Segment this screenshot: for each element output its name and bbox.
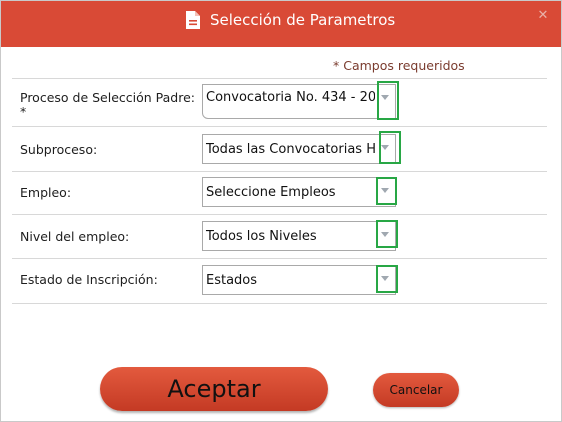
estado-select[interactable]: Estados bbox=[202, 265, 396, 295]
cancel-button[interactable]: Cancelar bbox=[373, 373, 459, 407]
dialog-titlebar: Selección de Parametros ✕ bbox=[1, 1, 561, 47]
subproceso-value: Todas las Convocatorias Hijas bbox=[206, 142, 396, 157]
dropdown-highlight bbox=[379, 131, 401, 164]
nivel-select[interactable]: Todos los Niveles bbox=[202, 221, 396, 251]
dropdown-highlight bbox=[376, 265, 398, 293]
subproceso-label: Subproceso: bbox=[20, 142, 98, 157]
document-icon bbox=[185, 10, 201, 30]
dropdown-highlight bbox=[377, 81, 399, 120]
required-asterisk: * bbox=[20, 104, 27, 119]
estado-value: Estados bbox=[206, 273, 258, 288]
empleo-select[interactable]: Seleccione Empleos bbox=[202, 177, 396, 207]
nivel-value: Todos los Niveles bbox=[206, 229, 317, 244]
proceso-padre-label: Proceso de Selección Padre: bbox=[20, 90, 196, 105]
accept-button[interactable]: Aceptar bbox=[100, 367, 328, 411]
empleo-value: Seleccione Empleos bbox=[206, 185, 336, 200]
proceso-padre-select[interactable]: Convocatoria No. 434 - 2016 bbox=[202, 84, 396, 119]
dropdown-highlight bbox=[376, 220, 398, 248]
estado-label: Estado de Inscripción: bbox=[20, 272, 158, 287]
proceso-padre-value: Convocatoria No. 434 - 2016 bbox=[206, 90, 393, 105]
subproceso-select[interactable]: Todas las Convocatorias Hijas bbox=[202, 134, 396, 164]
close-icon[interactable]: ✕ bbox=[536, 9, 550, 23]
parameter-selection-dialog: Selección de Parametros ✕ * Campos reque… bbox=[0, 0, 562, 422]
dropdown-highlight bbox=[376, 177, 397, 205]
dialog-title: Selección de Parametros bbox=[210, 11, 396, 29]
nivel-label: Nivel del empleo: bbox=[20, 229, 130, 244]
empleo-label: Empleo: bbox=[20, 185, 72, 200]
required-fields-note: * Campos requeridos bbox=[333, 58, 465, 73]
